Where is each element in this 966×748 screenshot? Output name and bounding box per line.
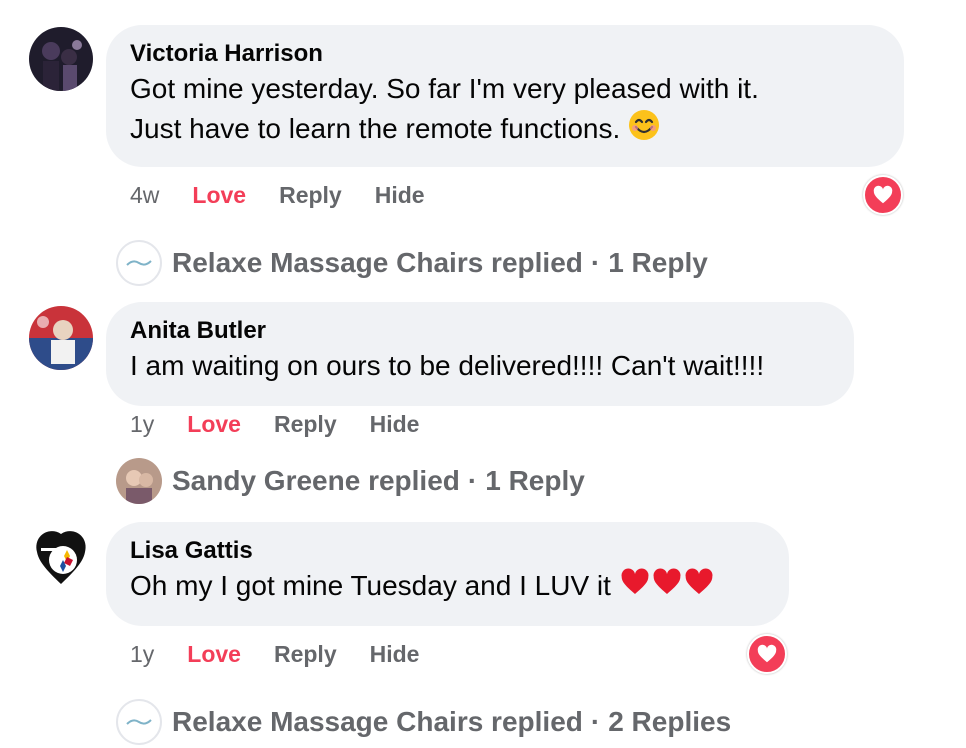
comment-bubble: Victoria Harrison Got mine yesterday. So… (106, 25, 904, 167)
avatar-anita-butler[interactable] (29, 306, 93, 370)
replies-count: 1 Reply (485, 465, 585, 496)
comment-actions: 4w Love Reply Hide (130, 182, 458, 209)
hide-button[interactable]: Hide (370, 411, 420, 438)
love-button[interactable]: Love (187, 411, 241, 438)
replier-avatar (116, 458, 162, 504)
hide-button[interactable]: Hide (370, 641, 420, 668)
steelers-logo-avatar (29, 526, 93, 590)
hide-button[interactable]: Hide (375, 182, 425, 209)
red-heart-emoji (651, 566, 683, 609)
replies-count: 1 Reply (608, 247, 708, 278)
profile-photo (29, 306, 93, 370)
view-replies-link[interactable]: Sandy Greene replied · 1 Reply (116, 458, 585, 504)
avatar-lisa-gattis[interactable] (29, 526, 93, 590)
page-avatar (116, 699, 162, 745)
replies-author: Relaxe Massage Chairs replied (172, 247, 583, 278)
replies-count: 2 Replies (608, 706, 732, 737)
reply-button[interactable]: Reply (279, 182, 342, 209)
comment-author[interactable]: Lisa Gattis (130, 536, 765, 566)
comment-actions: 1y Love Reply Hide (130, 641, 452, 668)
comment-bubble: Lisa Gattis Oh my I got mine Tuesday and… (106, 522, 789, 626)
love-button[interactable]: Love (187, 641, 241, 668)
comment-bubble: Anita Butler I am waiting on ours to be … (106, 302, 854, 406)
comment-text-line: Oh my I got mine Tuesday and I LUV it (130, 566, 765, 609)
comment-timestamp[interactable]: 4w (130, 182, 159, 209)
comment-timestamp[interactable]: 1y (130, 641, 154, 668)
comment-author[interactable]: Victoria Harrison (130, 39, 880, 69)
comment-timestamp[interactable]: 1y (130, 411, 154, 438)
comment-text: Oh my I got mine Tuesday and I LUV it (130, 570, 611, 601)
comment-text: I am waiting on ours to be delivered!!!!… (130, 350, 765, 381)
reply-button[interactable]: Reply (274, 641, 337, 668)
view-replies-link[interactable]: Relaxe Massage Chairs replied · 2 Replie… (116, 699, 731, 745)
page-avatar (116, 240, 162, 286)
love-reaction-icon[interactable] (747, 634, 787, 674)
replies-author: Relaxe Massage Chairs replied (172, 706, 583, 737)
red-heart-emoji (683, 566, 715, 609)
replies-author: Sandy Greene replied (172, 465, 460, 496)
comment-text: Got mine yesterday. So far I'm very plea… (130, 73, 759, 104)
separator: · (590, 247, 601, 278)
comment-actions: 1y Love Reply Hide (130, 411, 452, 438)
love-reaction-icon[interactable] (863, 175, 903, 215)
reply-button[interactable]: Reply (274, 411, 337, 438)
comment-text-line2: Just have to learn the remote functions. (130, 109, 880, 152)
smiling-face-emoji (628, 109, 660, 152)
view-replies-link[interactable]: Relaxe Massage Chairs replied · 1 Reply (116, 240, 708, 286)
profile-photo (29, 27, 93, 91)
separator: · (467, 465, 478, 496)
separator: · (590, 706, 601, 737)
avatar-victoria-harrison[interactable] (29, 27, 93, 91)
love-button[interactable]: Love (192, 182, 246, 209)
comment-author[interactable]: Anita Butler (130, 316, 830, 346)
red-heart-emoji (619, 566, 651, 609)
